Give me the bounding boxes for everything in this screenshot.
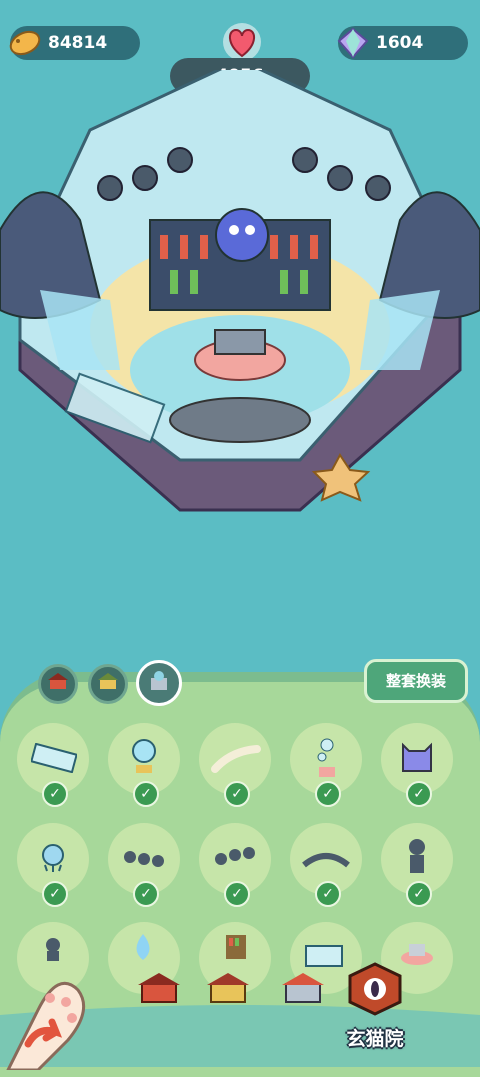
checked-icon: ✓	[133, 881, 159, 907]
cat-statue-icon	[405, 837, 429, 881]
tab-theme-3[interactable]	[136, 660, 182, 706]
crab-shrine-icon	[47, 671, 69, 697]
back-paw-button[interactable]	[0, 960, 93, 1072]
cat-arch-icon	[399, 741, 435, 779]
fish-cookie-icon	[6, 24, 44, 62]
coin-counter[interactable]: 84814	[9, 26, 140, 60]
gem-counter[interactable]: 1604	[337, 26, 468, 60]
map-node-crab-shrine[interactable]	[136, 970, 182, 1006]
checked-icon: ✓	[315, 881, 341, 907]
map-node-cat-academy[interactable]	[342, 962, 408, 1016]
gem-count: 1604	[376, 33, 424, 53]
checked-icon: ✓	[133, 781, 159, 807]
location-label: 玄猫院	[346, 1028, 404, 1050]
coin-count: 84814	[48, 33, 108, 53]
checked-icon: ✓	[224, 881, 250, 907]
cat-statues-icon	[122, 847, 166, 875]
cat-statues-icon	[213, 845, 257, 875]
fish-tank-icon	[30, 742, 78, 777]
cat-gate-icon	[302, 847, 350, 873]
globe-icon	[130, 737, 158, 781]
map-node-dragon-shrine[interactable]	[205, 970, 251, 1006]
checked-icon: ✓	[406, 781, 432, 807]
water-icon	[128, 932, 158, 966]
map-node-fountain-shrine[interactable]	[280, 970, 326, 1006]
jellyfish-icon	[39, 843, 67, 877]
dragon-shrine-icon	[97, 671, 119, 697]
tab-theme-1[interactable]	[38, 664, 78, 704]
bubble-fountain-icon	[314, 737, 340, 785]
sand-path-icon	[211, 745, 261, 777]
checked-icon: ✓	[406, 881, 432, 907]
tab-theme-2[interactable]	[88, 664, 128, 704]
full-outfit-button[interactable]: 整套换装	[364, 659, 468, 703]
cat-academy-island[interactable]	[0, 70, 480, 550]
checked-icon: ✓	[224, 781, 250, 807]
checked-icon: ✓	[42, 781, 68, 807]
bookshelf-icon	[225, 934, 247, 964]
fountain-shrine-icon	[146, 668, 172, 698]
rainbow-gem-icon	[334, 24, 372, 62]
heart-icon	[220, 22, 264, 62]
checked-icon: ✓	[42, 881, 68, 907]
checked-icon: ✓	[315, 781, 341, 807]
